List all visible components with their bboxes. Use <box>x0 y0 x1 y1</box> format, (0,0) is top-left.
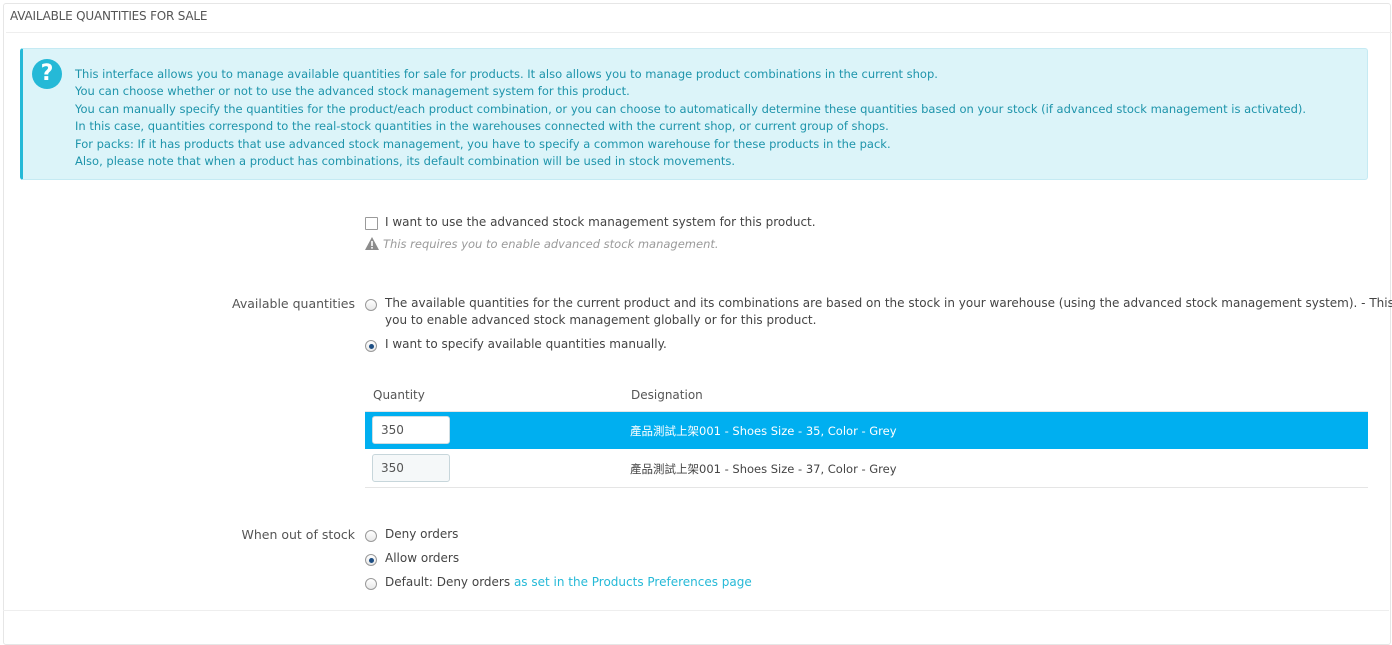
info-line: This interface allows you to manage avai… <box>75 67 938 81</box>
radio-default-orders-label[interactable]: Default: Deny orders as set in the Produ… <box>385 575 752 589</box>
default-orders-text: Default: Deny orders <box>385 575 511 589</box>
info-alert: ? This interface allows you to manage av… <box>20 48 1368 180</box>
radio-quantities-manual-label[interactable]: I want to specify available quantities m… <box>385 337 667 351</box>
info-alert-text: This interface allows you to manage avai… <box>75 66 1306 170</box>
advanced-stock-help: This requires you to enable advanced sto… <box>383 237 719 251</box>
info-line: You can manually specify the quantities … <box>75 101 1307 116</box>
column-header-quantity: Quantity <box>373 388 425 402</box>
quantity-input[interactable]: 350 <box>372 416 450 444</box>
panel-heading: AVAILABLE QUANTITIES FOR SALE <box>10 9 208 23</box>
info-line: In this case, quantities correspond to t… <box>75 119 889 134</box>
table-row[interactable]: 350 產品測試上架001 - Shoes Size - 37, Color -… <box>365 450 1368 487</box>
radio-deny-orders[interactable] <box>365 530 377 542</box>
quantities-table-header: Quantity Designation <box>365 386 1368 410</box>
designation-cell: 產品測試上架001 - Shoes Size - 37, Color - Gre… <box>630 462 897 476</box>
radio-quantities-warehouse-label-line1[interactable]: The available quantities for the current… <box>385 296 1392 310</box>
out-of-stock-label: When out of stock <box>241 527 355 542</box>
radio-quantities-manual[interactable] <box>365 340 377 352</box>
info-line: For packs: If it has products that use a… <box>75 136 891 151</box>
table-divider <box>365 487 1368 488</box>
warning-icon <box>365 237 379 250</box>
radio-allow-orders[interactable] <box>365 554 377 566</box>
radio-quantities-warehouse[interactable] <box>365 299 377 311</box>
advanced-stock-checkbox-label[interactable]: I want to use the advanced stock managem… <box>385 215 816 229</box>
column-header-designation: Designation <box>631 388 703 402</box>
info-line: You can choose whether or not to use the… <box>75 84 630 99</box>
panel-footer-divider <box>3 610 1389 611</box>
radio-allow-orders-label[interactable]: Allow orders <box>385 551 459 565</box>
question-icon: ? <box>32 59 62 89</box>
panel-heading-divider <box>6 32 1392 33</box>
info-line: Also, please note that when a product ha… <box>75 154 736 169</box>
table-row[interactable]: 350 產品測試上架001 - Shoes Size - 35, Color -… <box>365 412 1368 449</box>
advanced-stock-checkbox[interactable] <box>365 217 378 230</box>
available-quantities-label: Available quantities <box>232 296 355 311</box>
radio-quantities-warehouse-label-line2[interactable]: you to enable advanced stock management … <box>385 313 816 327</box>
designation-cell: 產品測試上架001 - Shoes Size - 35, Color - Gre… <box>630 424 897 438</box>
quantity-input[interactable]: 350 <box>372 454 450 482</box>
products-preferences-link[interactable]: as set in the Products Preferences page <box>514 575 752 589</box>
radio-deny-orders-label[interactable]: Deny orders <box>385 527 458 541</box>
radio-default-orders[interactable] <box>365 578 377 590</box>
